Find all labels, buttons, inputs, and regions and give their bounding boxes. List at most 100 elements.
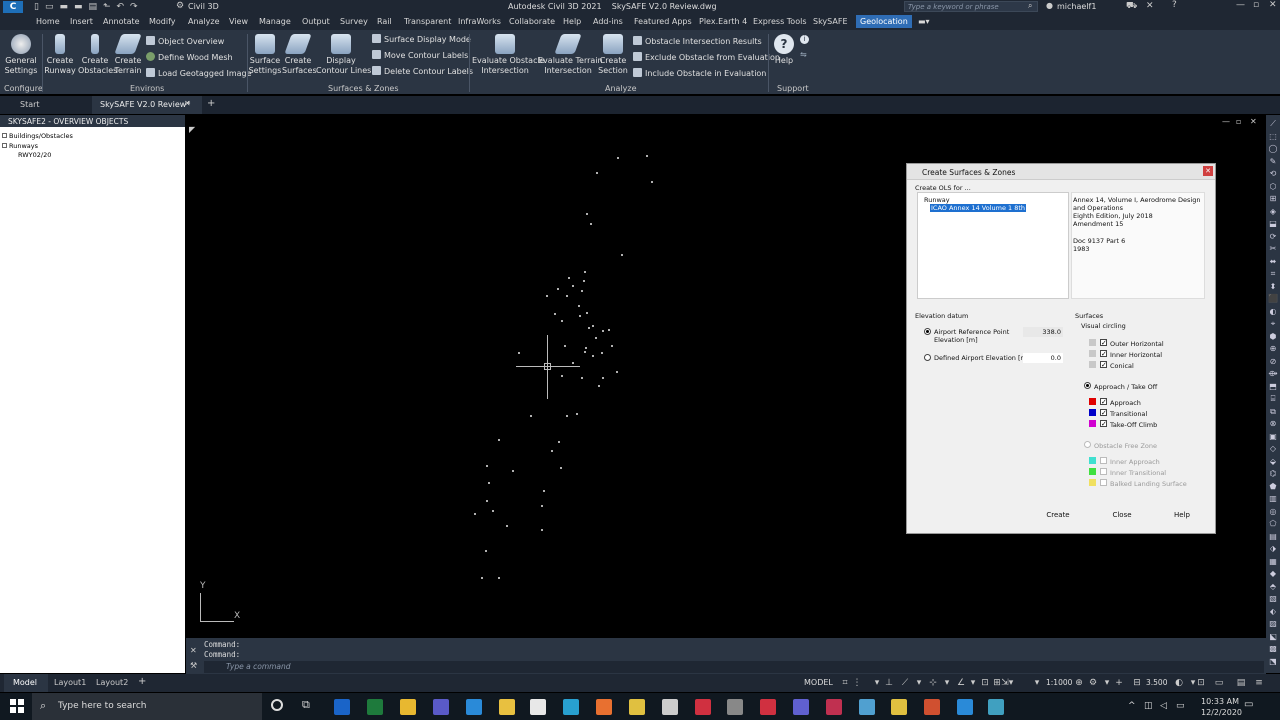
obstacle-point[interactable]	[581, 290, 583, 292]
obstacle-point[interactable]	[586, 213, 588, 215]
tab-model[interactable]: Model	[4, 674, 48, 692]
arp-value-field[interactable]: 338.0	[1023, 327, 1063, 337]
app-icon-6[interactable]	[859, 699, 875, 715]
lineweight-value[interactable]: 3.500	[1146, 678, 1167, 687]
obstacle-point[interactable]	[584, 271, 586, 273]
obstacle-point[interactable]	[572, 362, 574, 364]
status-tool-icon[interactable]: ⊟	[1132, 678, 1142, 688]
create-surfaces-button[interactable]: Create Surfaces	[282, 34, 317, 76]
right-tool-icon[interactable]: ▨	[1268, 619, 1278, 628]
acrobat-icon[interactable]	[760, 699, 776, 715]
status-tool-icon[interactable]: ▾	[968, 678, 978, 688]
view-cube-icon[interactable]: ◤	[189, 125, 195, 134]
right-tool-icon[interactable]: ⬕	[1268, 632, 1278, 641]
tab-geolocation[interactable]: Geolocation	[856, 15, 912, 28]
right-tool-icon[interactable]: ⬟	[1268, 482, 1278, 491]
obstacle-point[interactable]	[558, 441, 560, 443]
status-tool-icon[interactable]: ▾	[1032, 678, 1042, 688]
obstacle-point[interactable]	[646, 155, 648, 157]
firefox-icon[interactable]	[596, 699, 612, 715]
app-icon-3[interactable]	[727, 699, 743, 715]
obstacle-point[interactable]	[541, 505, 543, 507]
right-tool-icon[interactable]: ⊕	[1268, 344, 1278, 353]
help-search-input[interactable]: Type a keyword or phrase	[904, 1, 1038, 12]
taskbar-search-box[interactable]: ⌕ Type here to search	[32, 693, 262, 720]
inner-horizontal-checkbox[interactable]: ✓	[1100, 350, 1107, 358]
tab-infraworks[interactable]: InfraWorks	[458, 17, 501, 26]
right-tool-icon[interactable]: ✎	[1268, 157, 1278, 166]
obstacle-point[interactable]	[579, 315, 581, 317]
create-button[interactable]: Create	[1033, 508, 1083, 522]
help-ribbon-button[interactable]: ? Help	[770, 34, 798, 66]
right-tool-icon[interactable]: ⬌	[1268, 257, 1278, 266]
status-tool-icon[interactable]: ▾	[942, 678, 952, 688]
user-icon[interactable]: ●	[1046, 1, 1053, 10]
status-tool-icon[interactable]: ⊹	[928, 678, 938, 688]
collapse-icon[interactable]	[2, 143, 7, 148]
right-tool-icon[interactable]: ⊗	[1268, 419, 1278, 428]
help-dialog-button[interactable]: Help	[1157, 508, 1207, 522]
tab-add-ins[interactable]: Add-ins	[593, 17, 623, 26]
obstacle-point[interactable]	[568, 277, 570, 279]
status-tool-icon[interactable]: ▾	[872, 678, 882, 688]
edge-new-icon[interactable]	[563, 699, 579, 715]
help-icon[interactable]: ?	[1172, 0, 1177, 10]
obstacle-point[interactable]	[564, 345, 566, 347]
status-tool-icon[interactable]: ⊥	[884, 678, 894, 688]
viewport-minimize-icon[interactable]: —	[1222, 117, 1230, 126]
tab-layout1[interactable]: Layout1	[54, 678, 86, 687]
obstacle-point[interactable]	[601, 352, 603, 354]
right-tool-icon[interactable]: ▧	[1268, 594, 1278, 603]
right-tool-icon[interactable]: ⬓	[1268, 219, 1278, 228]
close-dialog-button[interactable]: Close	[1097, 508, 1147, 522]
obstacle-point[interactable]	[486, 465, 488, 467]
tab-close-icon[interactable]: ✕	[184, 99, 191, 108]
obstacle-point[interactable]	[592, 355, 594, 357]
info-icon[interactable]: i	[800, 35, 809, 44]
obstacle-point[interactable]	[561, 320, 563, 322]
obstacle-point[interactable]	[566, 415, 568, 417]
viewport-restore-icon[interactable]: ▫	[1236, 117, 1241, 126]
obstacle-point[interactable]	[486, 500, 488, 502]
delete-contour-labels-button[interactable]: Delete Contour Labels	[372, 66, 473, 76]
obstacle-point[interactable]	[585, 347, 587, 349]
workspace-name[interactable]: Civil 3D	[188, 2, 219, 11]
right-tool-icon[interactable]: ◎	[1268, 507, 1278, 516]
obstacle-point[interactable]	[583, 280, 585, 282]
status-tool-icon[interactable]: ⊡	[980, 678, 990, 688]
obstacle-point[interactable]	[474, 513, 476, 515]
obstacle-point[interactable]	[651, 181, 653, 183]
notifications-icon[interactable]: ▭	[1244, 699, 1253, 710]
arp-radio[interactable]	[924, 328, 931, 335]
annotation-scale[interactable]: 1:1000	[1046, 678, 1072, 687]
takeoff-checkbox[interactable]: ✓	[1100, 420, 1107, 428]
ols-tree[interactable]: Runway ICAO Annex 14 Volume 1 8th	[917, 192, 1069, 299]
create-terrain-button[interactable]: Create Terrain	[113, 34, 143, 76]
obstacle-point[interactable]	[498, 577, 500, 579]
obstacle-point[interactable]	[485, 550, 487, 552]
right-tool-icon[interactable]: ⬢	[1268, 332, 1278, 341]
right-tool-icon[interactable]: ▥	[1268, 494, 1278, 503]
obstacle-point[interactable]	[512, 470, 514, 472]
store-icon[interactable]	[530, 699, 546, 715]
app-icon-7[interactable]	[924, 699, 940, 715]
viewport-close-icon[interactable]: ✕	[1250, 117, 1257, 126]
define-wood-mesh-button[interactable]: Define Wood Mesh	[146, 52, 233, 62]
obstacle-point[interactable]	[602, 330, 604, 332]
status-tool-icon[interactable]: ▤	[1236, 678, 1246, 688]
workspace-gear-icon[interactable]: ⚙	[176, 1, 184, 11]
obstacle-point[interactable]	[590, 223, 592, 225]
right-tool-icon[interactable]: ⧉	[1268, 407, 1278, 417]
task-view-icon[interactable]: ⧉	[302, 698, 310, 712]
status-tool-icon[interactable]: +	[1114, 678, 1124, 688]
tab-start[interactable]: Start	[20, 100, 40, 109]
teams-icon[interactable]	[433, 699, 449, 715]
obstacle-point[interactable]	[561, 375, 563, 377]
tab-plex-earth-4[interactable]: Plex.Earth 4	[699, 17, 747, 26]
plus-app-icon[interactable]	[499, 699, 515, 715]
approach-checkbox[interactable]: ✓	[1100, 398, 1107, 406]
tree-item-rwy[interactable]: RWY02/20	[18, 151, 51, 159]
exclude-obstacle-button[interactable]: Exclude Obstacle from Evaluation	[633, 52, 780, 62]
right-tool-icon[interactable]: ⬍	[1268, 282, 1278, 291]
defined-elevation-radio[interactable]	[924, 354, 931, 361]
